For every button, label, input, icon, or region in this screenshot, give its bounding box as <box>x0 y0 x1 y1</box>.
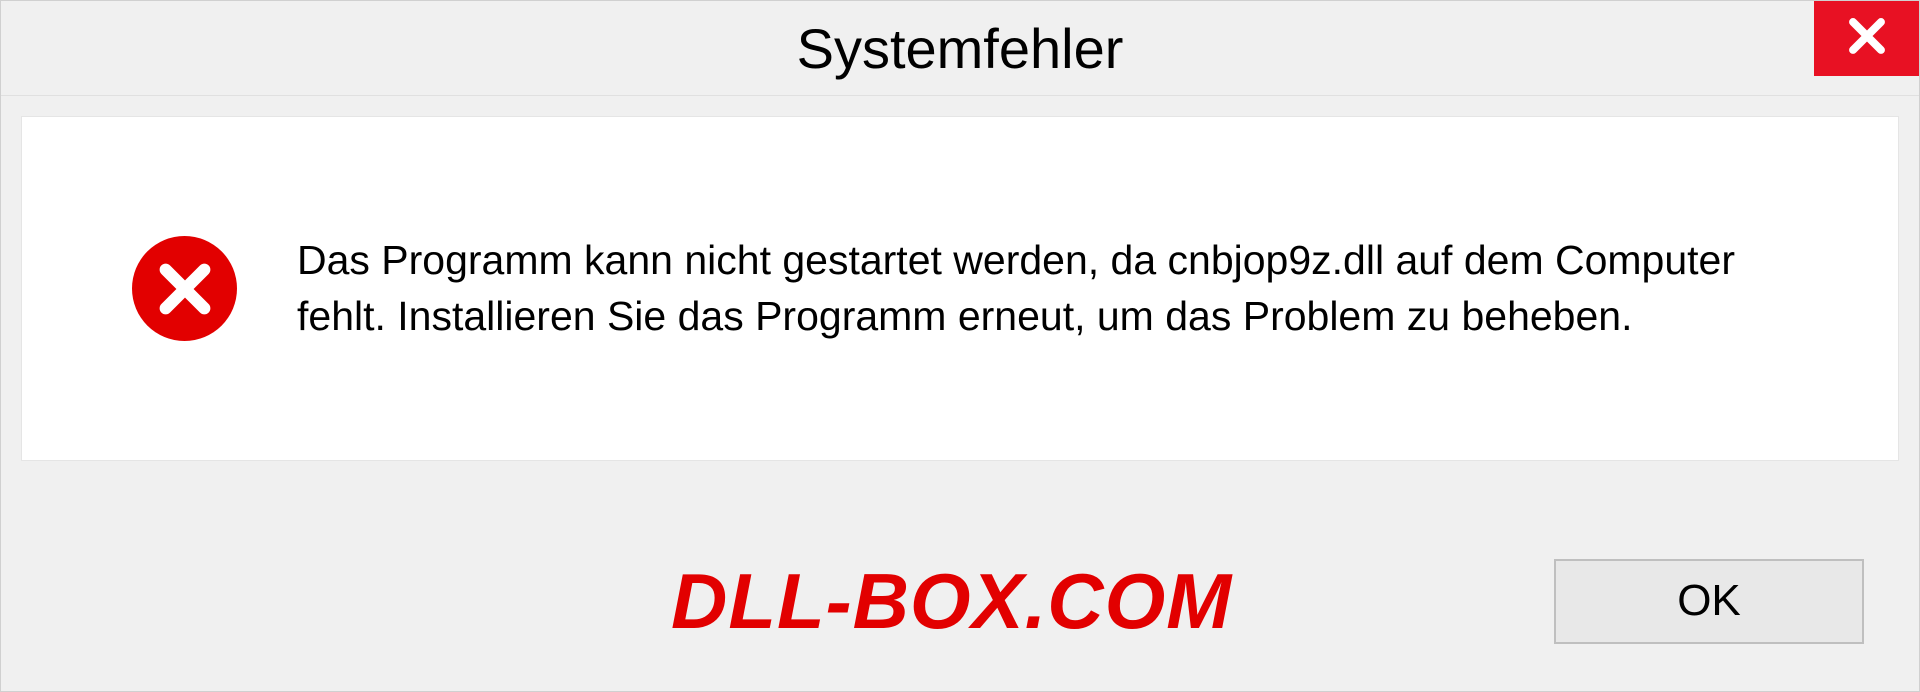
message-box: Das Programm kann nicht gestartet werden… <box>21 116 1899 461</box>
ok-button[interactable]: OK <box>1554 559 1864 644</box>
error-dialog: Systemfehler Das Programm kann nicht ges… <box>0 0 1920 692</box>
error-message: Das Programm kann nicht gestartet werden… <box>297 233 1828 344</box>
content-area: Das Programm kann nicht gestartet werden… <box>1 96 1919 511</box>
dialog-footer: DLL-BOX.COM OK <box>1 511 1919 691</box>
close-button[interactable] <box>1814 1 1919 76</box>
close-icon <box>1846 15 1888 62</box>
error-icon <box>132 236 237 341</box>
dialog-title: Systemfehler <box>797 16 1124 81</box>
watermark-text: DLL-BOX.COM <box>671 556 1232 647</box>
titlebar: Systemfehler <box>1 1 1919 96</box>
